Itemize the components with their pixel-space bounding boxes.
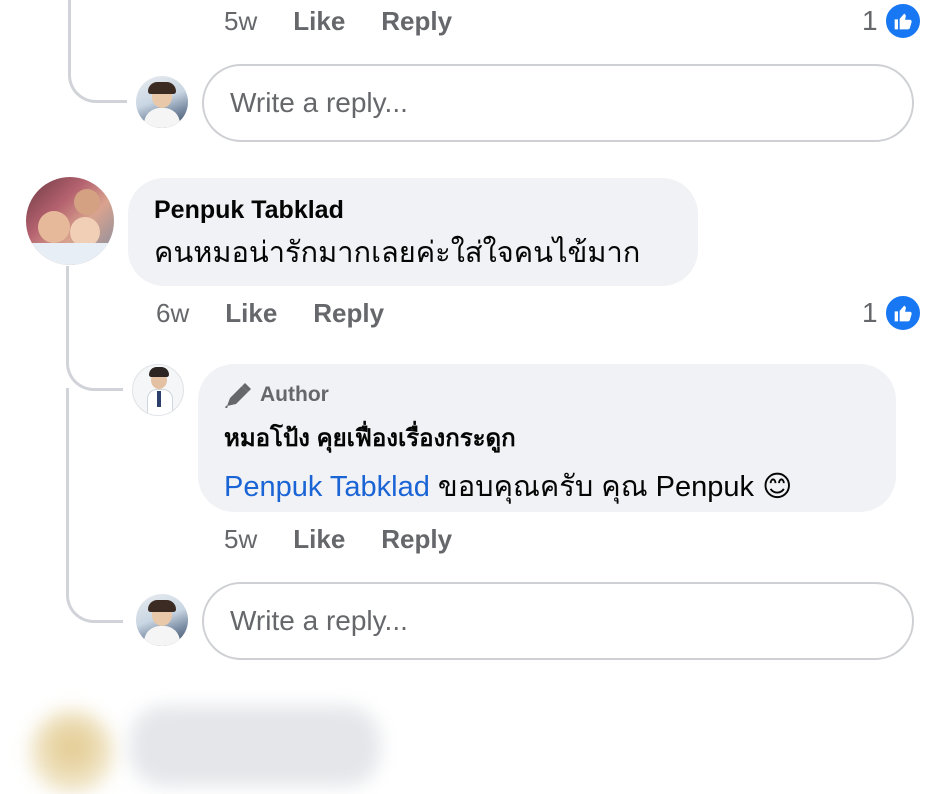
thumbs-up-icon [883, 294, 922, 332]
reaction-count[interactable]: 1 [862, 294, 922, 332]
comment-timestamp: 6w [156, 298, 190, 328]
reply-bubble: Author หมอโป้ง คุยเฟื่องเรื่องกระดูก Pen… [198, 364, 896, 512]
blurred-comment-bubble [130, 706, 380, 786]
like-button[interactable]: Like [293, 6, 345, 37]
blurred-avatar [30, 710, 114, 794]
reply-input[interactable]: Write a reply... [202, 64, 914, 142]
thumbs-up-icon [883, 2, 922, 40]
reply-timestamp: 5w [224, 524, 258, 554]
thread-line-top [68, 0, 127, 103]
reply-input-placeholder: Write a reply... [230, 87, 408, 118]
thread-line-reply [66, 266, 123, 391]
reply-input[interactable]: Write a reply... [202, 582, 914, 660]
mention-link[interactable]: Penpuk Tabklad [224, 471, 430, 503]
pencil-icon [224, 382, 252, 408]
commenter-avatar[interactable] [26, 177, 114, 265]
comment-author[interactable]: Penpuk Tabklad [154, 196, 698, 225]
page-author-avatar[interactable] [132, 364, 184, 416]
current-user-avatar[interactable] [136, 76, 188, 128]
author-badge: Author [224, 382, 896, 408]
reply-button[interactable]: Reply [313, 298, 384, 329]
reply-actions: 5w Like Reply [224, 524, 452, 555]
reaction-count-value: 1 [862, 5, 878, 36]
comment-bubble: Penpuk Tabklad คนหมอน่ารักมากเลยค่ะใส่ใจ… [128, 178, 698, 286]
like-button[interactable]: Like [293, 524, 345, 555]
comment-actions: 6w Like Reply [156, 298, 384, 329]
reaction-count[interactable]: 1 [862, 2, 922, 40]
reply-author[interactable]: หมอโป้ง คุยเฟื่องเรื่องกระดูก [224, 418, 896, 457]
author-badge-label: Author [260, 383, 329, 406]
thread-line-reply-box [66, 388, 123, 623]
comment-timestamp: 5w [224, 6, 258, 36]
reply-message: ขอบคุณครับ คุณ Penpuk [429, 471, 755, 503]
current-user-avatar[interactable] [136, 594, 188, 646]
reaction-count-value: 1 [862, 297, 878, 328]
like-button[interactable]: Like [225, 298, 277, 329]
comment-text: คนหมอน่ารักมากเลยค่ะใส่ใจคนไข้มาก [154, 237, 641, 269]
reply-button[interactable]: Reply [381, 524, 452, 555]
smiling-face-emoji: 😊 [762, 471, 793, 503]
reply-text: Penpuk Tabklad ขอบคุณครับ คุณ Penpuk 😊 [224, 463, 896, 509]
top-comment-actions: 5w Like Reply [224, 6, 452, 37]
reply-input-placeholder: Write a reply... [230, 605, 408, 636]
reply-button[interactable]: Reply [381, 6, 452, 37]
